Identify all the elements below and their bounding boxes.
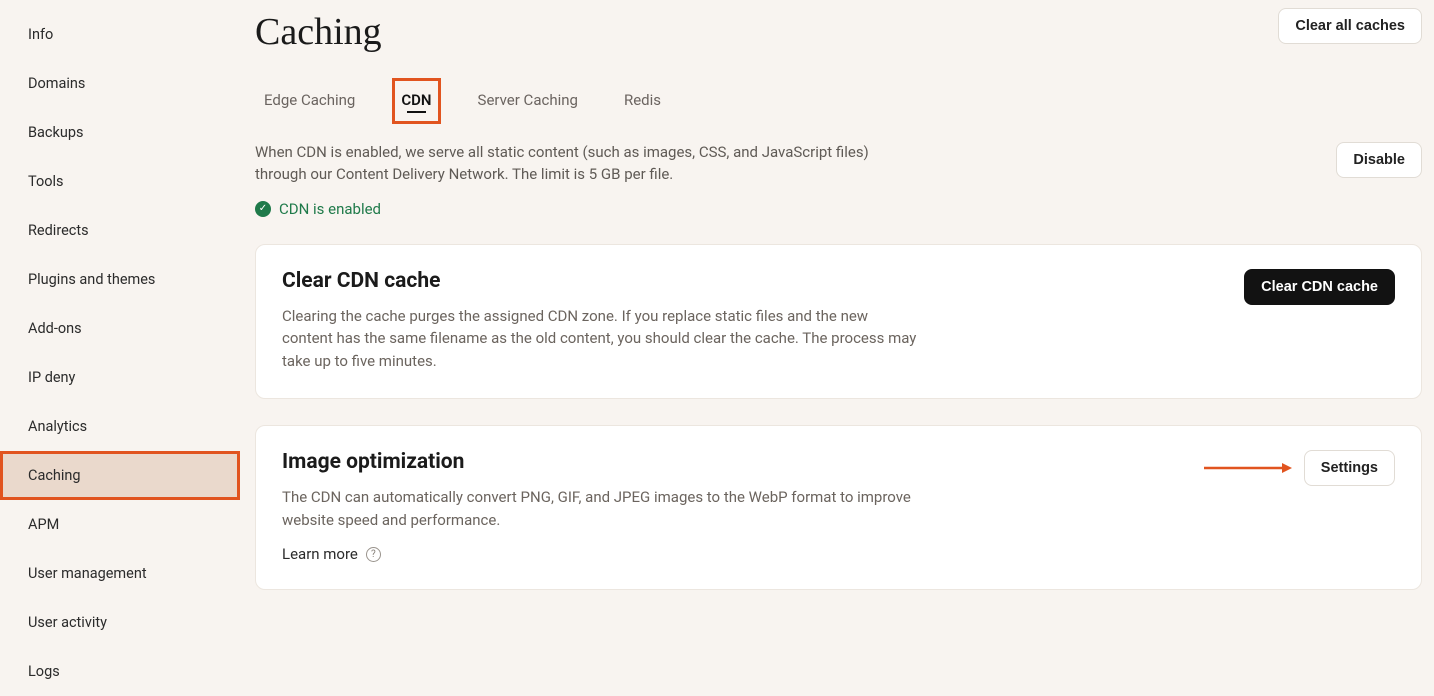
sidebar-item-label: Redirects: [28, 222, 89, 239]
main-content: Caching Clear all caches Edge Caching CD…: [240, 0, 1434, 615]
help-icon: ?: [366, 547, 381, 562]
tab-label: Redis: [624, 91, 661, 109]
image-optimization-settings-button[interactable]: Settings: [1304, 450, 1395, 486]
tab-description: When CDN is enabled, we serve all static…: [255, 142, 895, 186]
sidebar-item-label: Plugins and themes: [28, 271, 155, 288]
learn-more-label: Learn more: [282, 545, 358, 563]
tab-edge-caching[interactable]: Edge Caching: [255, 78, 364, 124]
sidebar-item-backups[interactable]: Backups: [0, 108, 240, 157]
tab-label: Edge Caching: [264, 91, 355, 109]
clear-cdn-card: Clear CDN cache Clearing the cache purge…: [255, 244, 1422, 400]
sidebar-item-user-management[interactable]: User management: [0, 549, 240, 598]
sidebar-item-label: Domains: [28, 75, 85, 92]
status-text: CDN is enabled: [279, 200, 381, 218]
sidebar-item-info[interactable]: Info: [0, 10, 240, 59]
tab-redis[interactable]: Redis: [615, 78, 670, 124]
page-header: Caching Clear all caches: [255, 8, 1422, 54]
check-icon: ✓: [255, 201, 271, 217]
tab-label: CDN: [401, 91, 431, 109]
sidebar-item-logs[interactable]: Logs: [0, 647, 240, 696]
tab-description-row: When CDN is enabled, we serve all static…: [255, 142, 1422, 186]
sidebar-item-user-activity[interactable]: User activity: [0, 598, 240, 647]
card-description: The CDN can automatically convert PNG, G…: [282, 486, 922, 531]
tabs: Edge Caching CDN Server Caching Redis: [255, 78, 1422, 124]
image-optimization-card: Image optimization The CDN can automatic…: [255, 425, 1422, 590]
sidebar-item-label: Analytics: [28, 418, 87, 435]
clear-all-caches-button[interactable]: Clear all caches: [1278, 8, 1422, 44]
sidebar-item-domains[interactable]: Domains: [0, 59, 240, 108]
sidebar-item-apm[interactable]: APM: [0, 500, 240, 549]
clear-cdn-cache-button[interactable]: Clear CDN cache: [1244, 269, 1395, 305]
card-title: Clear CDN cache: [282, 269, 922, 293]
cdn-status: ✓ CDN is enabled: [255, 200, 1422, 218]
page-title: Caching: [255, 8, 382, 54]
arrow-right-icon: [1204, 461, 1292, 475]
sidebar-item-label: Logs: [28, 663, 60, 680]
sidebar-item-caching[interactable]: Caching: [0, 451, 240, 500]
sidebar-item-label: Caching: [28, 467, 81, 484]
sidebar-item-label: Tools: [28, 173, 64, 190]
sidebar-item-label: APM: [28, 516, 59, 533]
sidebar-item-label: Add-ons: [28, 320, 82, 337]
card-title: Image optimization: [282, 450, 922, 474]
tab-label: Server Caching: [478, 91, 578, 109]
sidebar-item-label: User activity: [28, 614, 107, 631]
settings-area: Settings: [1204, 450, 1395, 486]
sidebar-item-analytics[interactable]: Analytics: [0, 402, 240, 451]
card-description: Clearing the cache purges the assigned C…: [282, 305, 922, 373]
sidebar-item-label: User management: [28, 565, 147, 582]
sidebar: Info Domains Backups Tools Redirects Plu…: [0, 0, 240, 615]
sidebar-item-addons[interactable]: Add-ons: [0, 304, 240, 353]
sidebar-item-ip-deny[interactable]: IP deny: [0, 353, 240, 402]
disable-button[interactable]: Disable: [1336, 142, 1422, 178]
tab-cdn[interactable]: CDN: [392, 78, 440, 124]
sidebar-item-label: IP deny: [28, 369, 75, 386]
sidebar-item-redirects[interactable]: Redirects: [0, 206, 240, 255]
learn-more-link[interactable]: Learn more ?: [282, 545, 922, 563]
card-body: Image optimization The CDN can automatic…: [282, 450, 922, 563]
sidebar-item-label: Info: [28, 26, 53, 43]
tab-server-caching[interactable]: Server Caching: [469, 78, 587, 124]
sidebar-item-plugins-themes[interactable]: Plugins and themes: [0, 255, 240, 304]
card-body: Clear CDN cache Clearing the cache purge…: [282, 269, 922, 373]
sidebar-item-tools[interactable]: Tools: [0, 157, 240, 206]
sidebar-item-label: Backups: [28, 124, 83, 141]
